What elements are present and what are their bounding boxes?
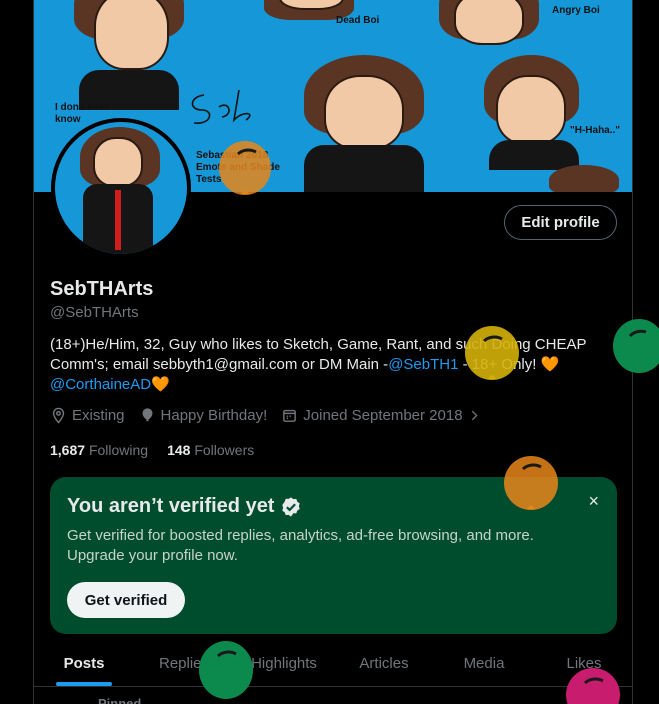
banner-caption: Angry Boi	[552, 5, 600, 16]
bio-mention-link[interactable]: @CorthaineAD	[50, 376, 151, 393]
verify-description: Get verified for boosted replies, analyt…	[67, 527, 534, 564]
banner-caption: "H-Haha.."	[570, 125, 621, 136]
balloon-icon	[199, 641, 253, 699]
chevron-right-icon	[471, 410, 478, 421]
bio-mention-link[interactable]: @SebTH1	[388, 356, 458, 373]
location-pin-icon	[52, 407, 65, 424]
balloon-icon	[566, 668, 620, 704]
tab-media[interactable]: Media	[434, 640, 534, 686]
joined-item[interactable]: Joined September 2018	[281, 407, 480, 424]
following-link[interactable]: 1,687 Following	[50, 442, 148, 458]
birthday-item: Happy Birthday!	[139, 407, 267, 424]
get-verified-button[interactable]: Get verified	[67, 582, 185, 618]
verified-badge-icon	[282, 496, 301, 517]
profile-column: Dead Boi Angry Boi I don't even know "H-…	[33, 0, 633, 704]
balloon-icon	[504, 456, 558, 510]
balloon-icon	[219, 141, 271, 195]
verify-title: You aren’t verified yet	[67, 495, 302, 518]
balloon-icon	[465, 326, 519, 380]
display-name: SebTHArts	[50, 278, 154, 300]
profile-meta: Existing Happy Birthday! Joined Septembe…	[50, 407, 481, 424]
close-icon[interactable]: ×	[588, 491, 599, 512]
signature-icon	[191, 89, 251, 124]
pinned-label: Pinned	[98, 696, 142, 704]
banner-caption: Dead Boi	[336, 15, 380, 26]
user-handle: @SebTHArts	[50, 304, 139, 321]
profile-avatar[interactable]	[51, 118, 191, 258]
followers-link[interactable]: 148 Followers	[167, 442, 254, 458]
tab-posts[interactable]: Posts	[34, 640, 134, 686]
orange-heart-icon: 🧡	[540, 356, 560, 373]
profile-bio: (18+)He/Him, 32, Guy who likes to Sketch…	[50, 335, 610, 395]
edit-profile-button[interactable]: Edit profile	[504, 205, 617, 240]
balloon-icon	[142, 408, 152, 422]
calendar-icon	[283, 409, 297, 422]
follow-stats: 1,687 Following 148 Followers	[50, 442, 254, 458]
location-item: Existing	[50, 407, 125, 424]
profile-tabs: Posts Replies Highlights Articles Media …	[34, 640, 632, 687]
balloon-icon	[613, 319, 659, 373]
tab-articles[interactable]: Articles	[334, 640, 434, 686]
orange-heart-icon: 🧡	[151, 376, 170, 393]
